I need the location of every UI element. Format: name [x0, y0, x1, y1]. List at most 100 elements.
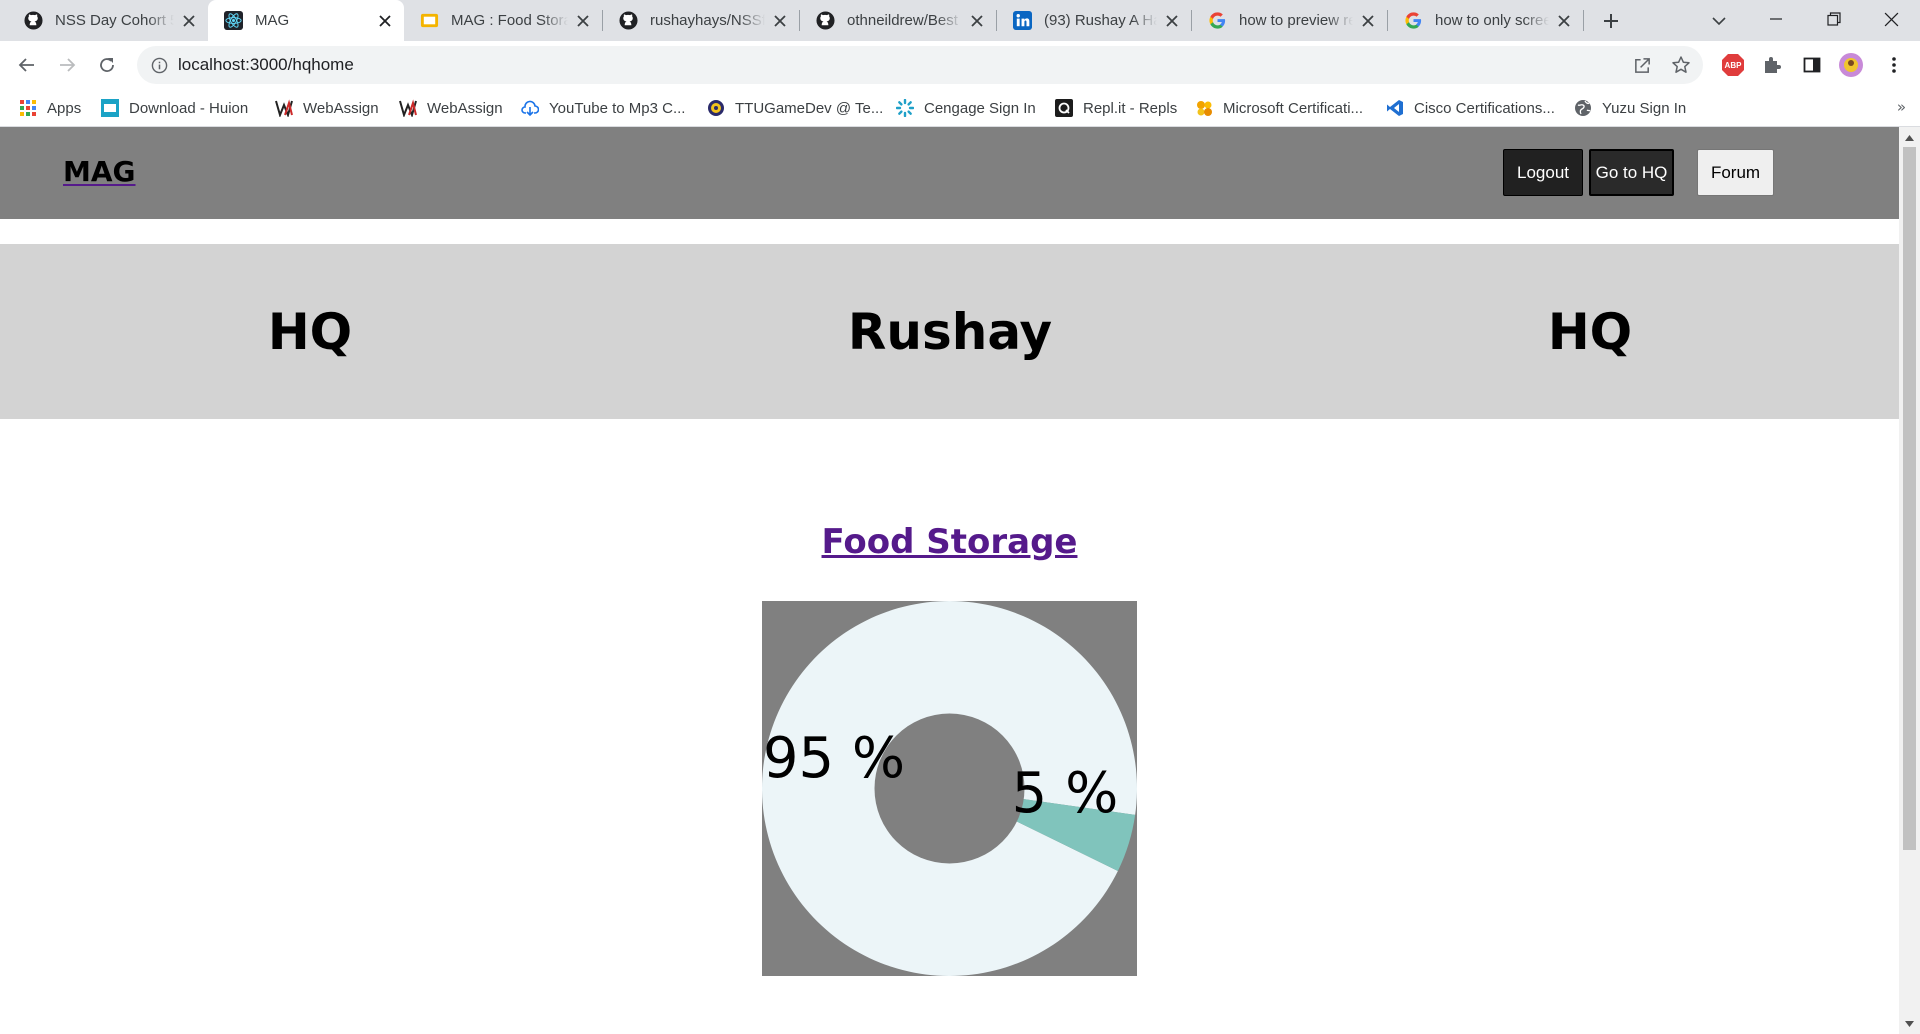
close-window-button[interactable] [1862, 0, 1920, 38]
bookmark-label: Apps [47, 99, 82, 117]
huion-icon [101, 99, 119, 117]
close-icon[interactable] [574, 12, 592, 30]
info-icon[interactable] [149, 55, 169, 75]
close-icon[interactable] [180, 12, 198, 30]
browser-tab-active[interactable]: MAG [208, 0, 404, 41]
page-viewport: MAG Logout Go to HQ Forum HQ Rushay HQ F… [0, 127, 1920, 1034]
globe-icon [1574, 99, 1592, 117]
reload-button[interactable] [89, 47, 125, 83]
share-icon[interactable] [1630, 53, 1654, 77]
webassign-icon [275, 99, 293, 117]
go-to-hq-button[interactable]: Go to HQ [1589, 149, 1674, 196]
forward-button[interactable] [49, 47, 85, 83]
tab-search-button[interactable] [1702, 4, 1736, 38]
adblock-label: ABP [1725, 61, 1743, 70]
bookmark-huion[interactable]: Download - Huion [101, 97, 248, 119]
vscode-icon [1386, 99, 1404, 117]
bookmark-label: Repl.it - Repls [1083, 99, 1178, 117]
bookmark-youtube-mp3[interactable]: YouTube to Mp3 C... [521, 97, 685, 119]
close-icon[interactable] [376, 12, 394, 30]
cengage-icon [896, 99, 914, 117]
bookmark-label: YouTube to Mp3 C... [549, 99, 686, 117]
github-icon [816, 11, 835, 30]
microsoft-icon [1195, 99, 1213, 117]
brand-link[interactable]: MAG [63, 155, 136, 188]
extensions-puzzle-icon[interactable] [1757, 50, 1787, 80]
browser-tab[interactable]: NSS Day Cohort 5 [8, 0, 208, 41]
scrollbar-thumb[interactable] [1903, 147, 1916, 850]
banner-user-name: Rushay [847, 302, 1053, 361]
browser-toolbar: localhost:3000/hqhome ABP [0, 41, 1920, 89]
star-icon[interactable] [1669, 53, 1693, 77]
bookmark-label: Cisco Certifications... [1414, 99, 1555, 117]
browser-tab[interactable]: MAG : Food Stora [404, 0, 602, 41]
new-tab-button[interactable] [1594, 4, 1628, 38]
address-bar[interactable]: localhost:3000/hqhome [137, 46, 1703, 84]
arrow-right-icon [60, 58, 76, 72]
bookmark-webassign[interactable]: WebAssign [275, 97, 379, 119]
minimize-button[interactable] [1747, 0, 1805, 38]
adblock-icon[interactable]: ABP [1718, 50, 1748, 80]
tab-title: how to preview re [1239, 12, 1353, 29]
profile-avatar[interactable] [1836, 50, 1866, 80]
back-button[interactable] [9, 47, 45, 83]
tab-title: how to only scree [1435, 12, 1549, 29]
linkedin-icon [1013, 11, 1032, 30]
tab-strip: NSS Day Cohort 5 MAG MAG : Food Stora ru… [0, 0, 1920, 41]
bookmark-cengage[interactable]: Cengage Sign In [896, 97, 1036, 119]
tab-title: (93) Rushay A Hay [1044, 12, 1157, 29]
bookmark-ttugamedev[interactable]: TTUGameDev @ Te... [707, 97, 883, 119]
banner-right-title: HQ [1547, 302, 1633, 361]
bookmark-label: Microsoft Certificati... [1223, 99, 1364, 117]
restore-icon [1827, 12, 1841, 26]
slides-icon [420, 11, 439, 30]
vertical-scrollbar[interactable] [1899, 127, 1920, 1034]
bookmark-label: Cengage Sign In [924, 99, 1036, 117]
github-icon [24, 11, 43, 30]
browser-tab[interactable]: (93) Rushay A Hay [997, 0, 1191, 41]
food-storage-donut: 95 % 5 % [762, 601, 1137, 976]
close-icon[interactable] [1163, 12, 1181, 30]
tab-title: NSS Day Cohort 5 [55, 12, 174, 29]
close-icon[interactable] [968, 12, 986, 30]
browser-tab[interactable]: how to only scree [1388, 0, 1583, 41]
site-header: MAG Logout Go to HQ Forum [0, 127, 1899, 219]
bookmark-yuzu[interactable]: Yuzu Sign In [1574, 97, 1686, 119]
logout-button[interactable]: Logout [1503, 149, 1583, 196]
bookmark-apps[interactable]: Apps [19, 97, 81, 119]
slice-label: 95 % [763, 726, 905, 791]
browser-tab[interactable]: othneildrew/Best [800, 0, 996, 41]
scroll-up-arrow[interactable] [1899, 129, 1920, 146]
side-panel-icon[interactable] [1797, 50, 1827, 80]
tab-title: othneildrew/Best [847, 12, 958, 29]
bookmark-label: Download - Huion [129, 99, 249, 117]
ttu-icon [707, 99, 725, 117]
food-storage-link[interactable]: Food Storage [0, 522, 1899, 562]
react-icon [224, 11, 243, 30]
minimize-icon [1770, 18, 1782, 20]
github-icon [619, 11, 638, 30]
banner-left-title: HQ [267, 302, 353, 361]
bookmark-cisco[interactable]: Cisco Certifications... [1386, 97, 1555, 119]
hq-banner: HQ Rushay HQ [0, 244, 1899, 419]
bookmark-microsoft-cert[interactable]: Microsoft Certificati... [1195, 97, 1363, 119]
replit-icon [1055, 99, 1073, 117]
apps-grid-icon [19, 99, 37, 117]
slice-label: 5 % [1012, 761, 1119, 826]
bookmark-replit[interactable]: Repl.it - Repls [1055, 97, 1177, 119]
close-icon[interactable] [1359, 12, 1377, 30]
google-icon [1208, 11, 1227, 30]
bookmarks-overflow-button[interactable]: » [1897, 98, 1906, 116]
scroll-down-arrow[interactable] [1899, 1015, 1920, 1032]
restore-button[interactable] [1805, 0, 1863, 38]
bookmark-label: WebAssign [427, 99, 503, 117]
bookmark-webassign[interactable]: WebAssign [399, 97, 503, 119]
forum-button[interactable]: Forum [1697, 149, 1774, 196]
tab-title: MAG : Food Stora [451, 12, 568, 29]
browser-tab[interactable]: rushayhays/NSSfr [603, 0, 799, 41]
browser-tab[interactable]: how to preview re [1192, 0, 1387, 41]
bookmark-label: WebAssign [303, 99, 379, 117]
close-icon[interactable] [1555, 12, 1573, 30]
close-icon[interactable] [771, 12, 789, 30]
menu-kebab-icon[interactable] [1879, 50, 1909, 80]
